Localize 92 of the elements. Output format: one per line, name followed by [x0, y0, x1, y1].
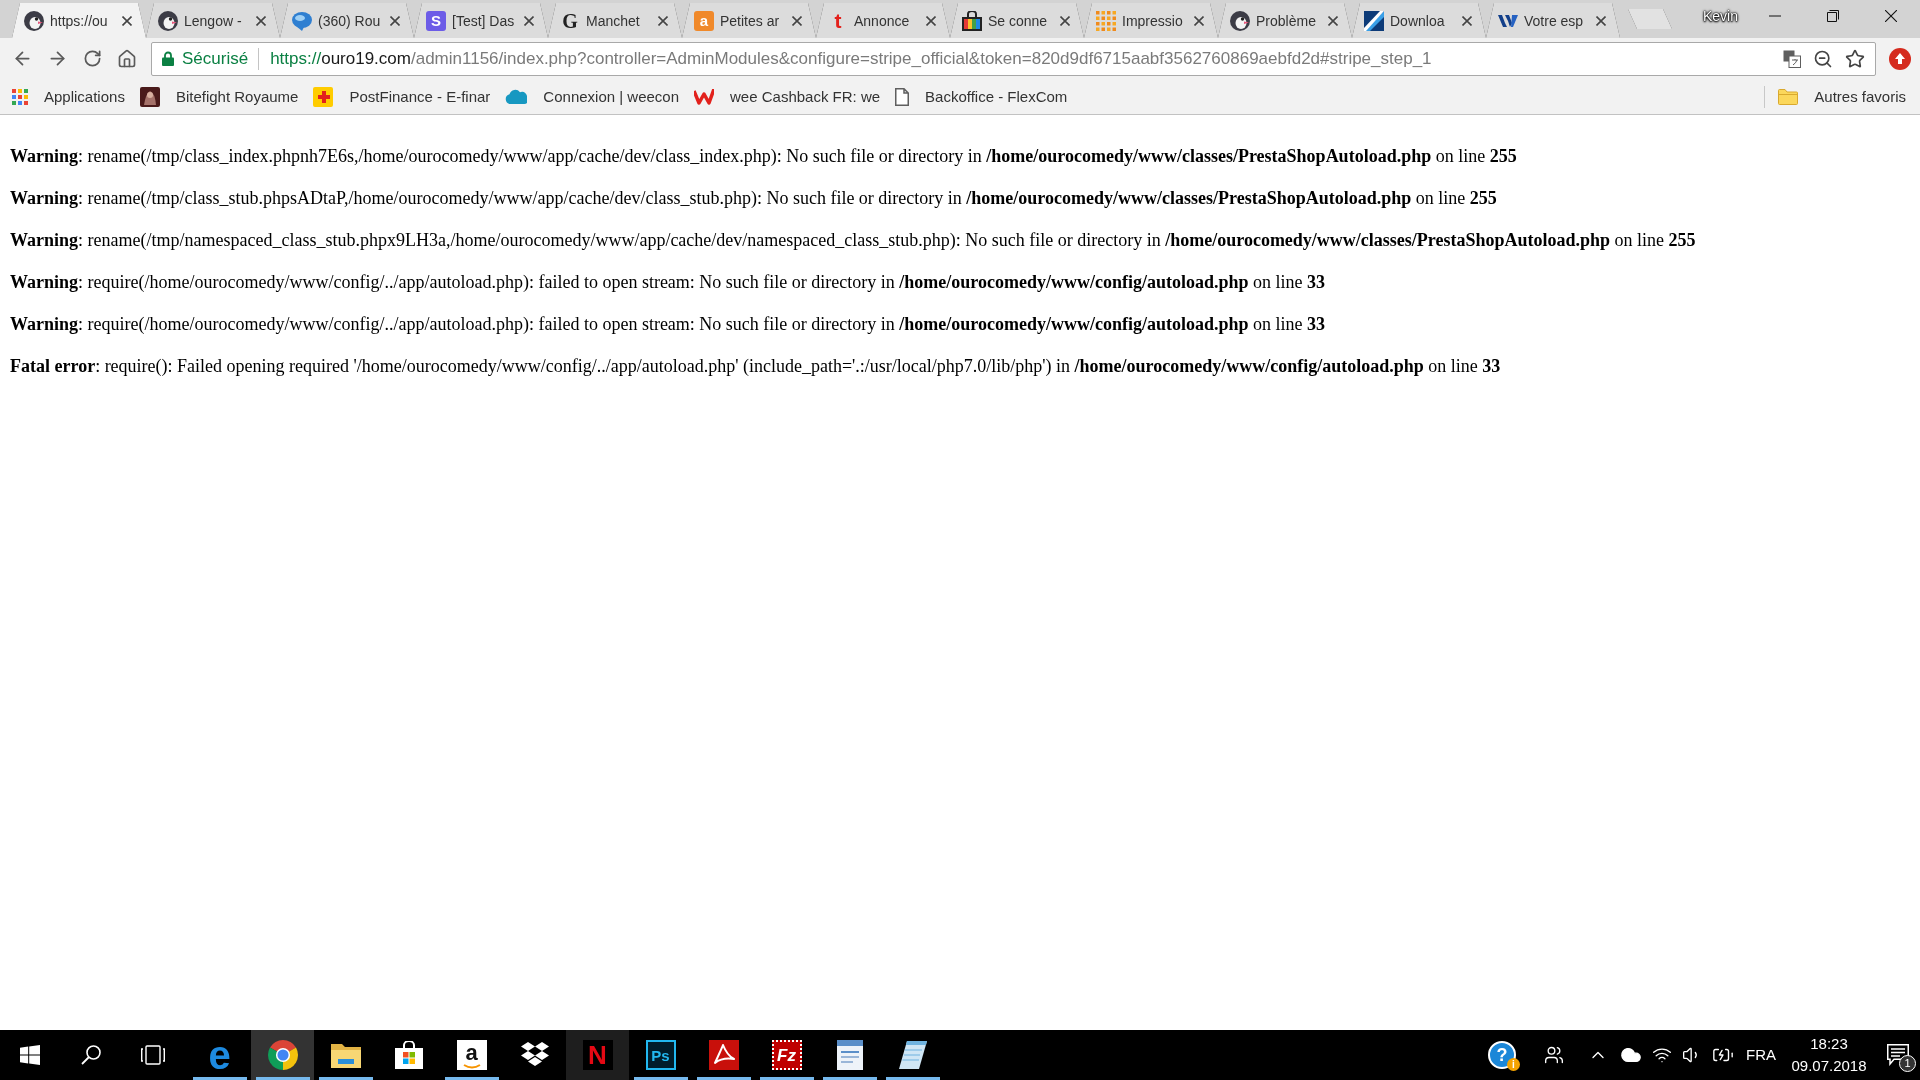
zigzag-logo-icon	[694, 88, 714, 105]
up-arrow-circle-icon	[1889, 47, 1911, 70]
close-icon	[1194, 15, 1204, 26]
app-logo: Fz	[771, 1040, 802, 1070]
bookmark-link[interactable]: Backoffice - FlexCom	[889, 82, 1074, 111]
close-icon	[524, 15, 534, 26]
square-logo-icon	[313, 86, 334, 107]
close-icon	[1328, 15, 1338, 26]
star-icon[interactable]	[1845, 48, 1865, 69]
folder-icon	[330, 1042, 361, 1068]
close-icon	[792, 15, 802, 26]
shopping-bag-icon	[394, 1041, 423, 1069]
page-icon	[895, 87, 910, 106]
close-icon	[1596, 15, 1606, 26]
close-icon	[1060, 15, 1070, 26]
browser-tab[interactable]: Se conne	[950, 3, 1084, 38]
bookmark-link[interactable]: PostFinance - E-finar	[307, 82, 497, 111]
browser-tab[interactable]: a Petites ar	[682, 3, 816, 38]
diagonal-stripe-icon	[1364, 10, 1384, 31]
error-message: Warning: require(/home/ourocomedy/www/config/../app/autoload.php): failed to open stream: No such file or directory in /home/ourocomedy/www/config/autoload.php on line 33	[10, 272, 1326, 293]
notepad-icon	[898, 1041, 927, 1069]
error-message: Warning: rename(/tmp/class_stub.phpsADtaP,/home/ourocomedy/www/app/cache/dev/class_stub.php): No such file or directory in /home/ourocomedy/www/classes/PrestaShopAutoload.php on line 255	[10, 188, 1498, 209]
document-icon	[836, 1040, 863, 1070]
close-icon	[390, 15, 400, 26]
bookmark-link[interactable]: Connexion | weecon	[499, 82, 685, 111]
site-logo: S	[426, 10, 446, 31]
close-icon	[1885, 10, 1897, 22]
restore-icon	[1827, 10, 1839, 22]
close-icon	[658, 15, 668, 26]
notification-count: 1	[1899, 1055, 1916, 1072]
address-field[interactable]: https://ouro19.com/admin1156/index.php?controller=AdminModules&configure=stripe_official&token=820d9df6715aabf3562760869aebfd2d#stripe_step_1	[270, 48, 1783, 69]
app-logo: N	[582, 1040, 613, 1070]
browser-tab[interactable]: Problème	[1218, 3, 1352, 38]
stacked-windows-icon	[141, 1045, 165, 1065]
circle-logo-icon	[267, 1040, 298, 1070]
close-icon	[1462, 15, 1472, 26]
reload-icon	[82, 49, 102, 68]
info-badge: i	[1507, 1058, 1520, 1071]
cloud-icon	[505, 89, 528, 104]
error-message: Warning: require(/home/ourocomedy/www/config/../app/autoload.php): failed to open stream: No such file or directory in /home/ourocomedy/www/config/autoload.php on line 33	[10, 314, 1326, 335]
taskbar-app-button[interactable]: N	[566, 1030, 629, 1080]
clock-button[interactable]: 18:23 09.07.2018	[1791, 1033, 1867, 1077]
browser-tab[interactable]: Lengow -	[146, 3, 280, 38]
bubble-icon	[292, 10, 312, 31]
site-logo: t	[833, 10, 843, 31]
house-icon	[117, 48, 137, 69]
picture-icon	[139, 86, 160, 107]
folder-icon	[1778, 88, 1799, 105]
slanted-bars-logo-icon	[1498, 14, 1518, 27]
bookmark-folder[interactable]: Autres favoris	[1772, 82, 1912, 111]
app-logo: Ps	[645, 1040, 676, 1070]
overlapping-squares-icon[interactable]	[1783, 49, 1801, 68]
search-icon	[81, 1045, 101, 1065]
window-panes-icon	[20, 1045, 40, 1065]
browser-tab[interactable]: Votre esp	[1486, 3, 1620, 38]
notification-icon[interactable]	[1887, 1044, 1909, 1066]
app-logo: a	[456, 1040, 487, 1070]
swirl-logo-icon	[708, 1040, 739, 1070]
browser-tab[interactable]: https://ou	[12, 3, 146, 38]
security-label[interactable]: Sécurisé	[182, 48, 249, 69]
dot-grid-icon	[1096, 10, 1116, 31]
penguin-icon	[1230, 10, 1250, 31]
smile-icon	[462, 1063, 481, 1069]
browser-tab[interactable]: Impressio	[1084, 3, 1218, 38]
zoom-out-icon[interactable]	[1813, 48, 1833, 69]
people-icon[interactable]	[1544, 1045, 1564, 1065]
close-icon	[122, 15, 132, 26]
app-grid-icon	[12, 88, 28, 105]
close-icon	[926, 15, 936, 26]
app-logo: e	[207, 1039, 232, 1071]
browser-tab[interactable]: S [Test] Das	[414, 3, 548, 38]
profile-button[interactable]: Kevin	[1694, 5, 1746, 27]
bookmark-link[interactable]: wee Cashback FR: we	[688, 82, 887, 111]
diamonds-icon	[519, 1041, 550, 1069]
error-message: Warning: rename(/tmp/namespaced_class_stub.phpx9LH3a,/home/ourocomedy/www/app/cache/dev/namespaced_class_stub.php): No such file or directory in /home/ourocomedy/www/classes/PrestaShopAutoload.php on line 255	[10, 230, 1697, 251]
penguin-icon	[24, 10, 44, 31]
language-button[interactable]: FRA	[1746, 1044, 1776, 1066]
browser-tab[interactable]: G Manchet	[548, 3, 682, 38]
bookmark-link[interactable]: Bitefight Royaume	[133, 82, 305, 111]
penguin-icon	[158, 10, 178, 31]
taskbar-app-button[interactable]	[251, 1030, 314, 1080]
browser-tab[interactable]: t Annonce	[816, 3, 950, 38]
site-logo: G	[561, 10, 579, 31]
lock-icon	[162, 51, 174, 66]
error-message: Warning: rename(/tmp/class_index.phpnh7E6s,/home/ourocomedy/www/app/cache/dev/class_index.php): No such file or directory in /home/ourocomedy/www/classes/PrestaShopAutoload.php on line 255	[10, 146, 1518, 167]
error-message: Fatal error: require(): Failed opening required '/home/ourocomedy/www/config/../app/autoload.php' (include_path='.:/usr/local/php7.0/lib/php') in /home/ourocomedy/www/config/autoload.php on line 33	[10, 356, 1502, 377]
browser-tab[interactable]: Downloa	[1352, 3, 1486, 38]
browser-tab[interactable]: (360) Rou	[280, 3, 414, 38]
bookmark-link[interactable]: Applications	[6, 82, 131, 111]
close-icon	[256, 15, 266, 26]
site-logo: a	[694, 10, 714, 31]
shopping-bag-icon	[962, 10, 982, 31]
